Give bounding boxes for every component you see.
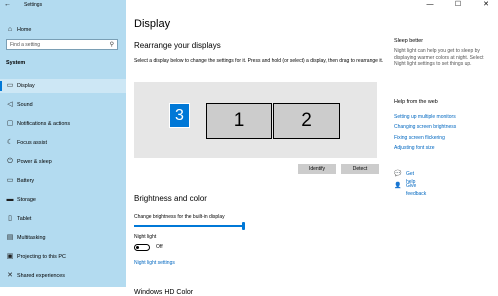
- page-title: Display: [134, 18, 171, 30]
- minimize-button[interactable]: —: [418, 0, 442, 10]
- sidebar-item-multitasking[interactable]: ▤ Multitasking: [0, 231, 126, 245]
- back-arrow-icon[interactable]: ←: [4, 0, 11, 10]
- sidebar-item-label: Notifications & actions: [17, 121, 71, 127]
- section-heading: Windows HD Color: [134, 289, 194, 296]
- brightness-label: Change brightness for the built-in displ…: [134, 214, 225, 220]
- sidebar-item-label: Shared experiences: [17, 273, 65, 279]
- monitor-3[interactable]: 3: [169, 103, 190, 128]
- toggle-knob: [136, 246, 139, 249]
- multitasking-icon: ▤: [6, 234, 14, 241]
- close-button[interactable]: ✕: [474, 0, 498, 10]
- battery-icon: ▭: [6, 177, 14, 184]
- storage-icon: ▬: [6, 196, 14, 203]
- projecting-icon: ▣: [6, 253, 14, 260]
- sleep-better-title: Sleep better: [394, 38, 424, 44]
- section-title: System: [6, 60, 26, 66]
- night-light-toggle[interactable]: [134, 244, 150, 251]
- settings-window: ← Settings — ☐ ✕ ⌂ Home Find a setting ⚲…: [0, 0, 498, 296]
- detect-button[interactable]: Detect: [341, 164, 379, 174]
- night-light-settings-link[interactable]: Night light settings: [134, 260, 175, 266]
- power-icon: ⏻: [7, 158, 13, 165]
- sidebar-item-home[interactable]: ⌂ Home: [0, 23, 126, 37]
- help-link-multiple-monitors[interactable]: Setting up multiple monitors: [394, 114, 456, 120]
- sidebar-item-power-sleep[interactable]: ⏻ Power & sleep: [0, 155, 126, 169]
- section-heading: Brightness and color: [134, 194, 207, 203]
- sidebar-item-label: Storage: [17, 197, 36, 203]
- monitor-icon: ▭: [6, 82, 14, 89]
- help-link-flickering[interactable]: Fixing screen flickering: [394, 135, 445, 141]
- feedback-icon: 👤: [394, 183, 402, 189]
- sidebar-item-projecting[interactable]: ▣ Projecting to this PC: [0, 250, 126, 264]
- sidebar-item-notifications[interactable]: ▢ Notifications & actions: [0, 117, 126, 131]
- rearrange-description: Select a display below to change the set…: [134, 58, 384, 64]
- search-icon: ⚲: [109, 42, 114, 48]
- sidebar-item-battery[interactable]: ▭ Battery: [0, 174, 126, 188]
- brightness-slider-track[interactable]: [134, 225, 244, 227]
- help-link-brightness[interactable]: Changing screen brightness: [394, 124, 456, 130]
- maximize-button[interactable]: ☐: [446, 0, 470, 10]
- sidebar-item-label: Display: [17, 83, 35, 89]
- sidebar-item-label: Multitasking: [17, 235, 46, 241]
- window-title: Settings: [24, 2, 43, 8]
- selection-indicator: [0, 81, 2, 91]
- search-input[interactable]: Find a setting ⚲: [6, 39, 118, 50]
- sidebar-item-label: Projecting to this PC: [17, 254, 66, 260]
- give-feedback-label: Give feedback: [406, 183, 427, 197]
- identify-button[interactable]: Identify: [298, 164, 336, 174]
- sidebar-item-display[interactable]: ▭ Display: [0, 79, 126, 93]
- sidebar-item-label: Sound: [17, 102, 33, 108]
- sidebar-item-label: Tablet: [17, 216, 32, 222]
- tablet-icon: ▯: [8, 215, 12, 222]
- moon-icon: ☾: [6, 139, 14, 146]
- search-placeholder: Find a setting: [10, 42, 41, 48]
- sidebar-item-storage[interactable]: ▬ Storage: [0, 193, 126, 207]
- sidebar-item-label: Battery: [17, 178, 35, 184]
- sidebar: ⌂ Home Find a setting ⚲ System ▭ Display…: [0, 10, 126, 287]
- shared-icon: ✕: [7, 272, 13, 279]
- title-bar: ← Settings — ☐ ✕: [0, 0, 498, 10]
- help-link-font-size[interactable]: Adjusting font size: [394, 145, 435, 151]
- sidebar-item-focus-assist[interactable]: ☾ Focus assist: [0, 136, 126, 150]
- monitor-2[interactable]: 2: [273, 103, 340, 139]
- brightness-slider-thumb[interactable]: [242, 222, 245, 230]
- help-title: Help from the web: [394, 99, 438, 105]
- sidebar-item-sound[interactable]: ◁ Sound: [0, 98, 126, 112]
- sidebar-item-tablet[interactable]: ▯ Tablet: [0, 212, 126, 226]
- night-light-label: Night light: [134, 234, 157, 240]
- chat-help-icon: 💬: [394, 171, 402, 177]
- sidebar-item-label: Home: [17, 27, 32, 33]
- sidebar-item-shared-experiences[interactable]: ✕ Shared experiences: [0, 269, 126, 283]
- monitor-1[interactable]: 1: [206, 103, 272, 139]
- speaker-icon: ◁: [7, 101, 13, 108]
- sidebar-item-label: Focus assist: [17, 140, 47, 146]
- sleep-better-text: Night light can help you get to sleep by…: [394, 48, 484, 67]
- display-arrangement-area[interactable]: 3 1 2: [134, 82, 377, 158]
- sidebar-item-label: Power & sleep: [17, 159, 52, 165]
- section-heading: Rearrange your displays: [134, 41, 221, 50]
- night-light-state: Off: [156, 244, 163, 250]
- notification-icon: ▢: [6, 120, 14, 127]
- home-icon: ⌂: [7, 26, 13, 33]
